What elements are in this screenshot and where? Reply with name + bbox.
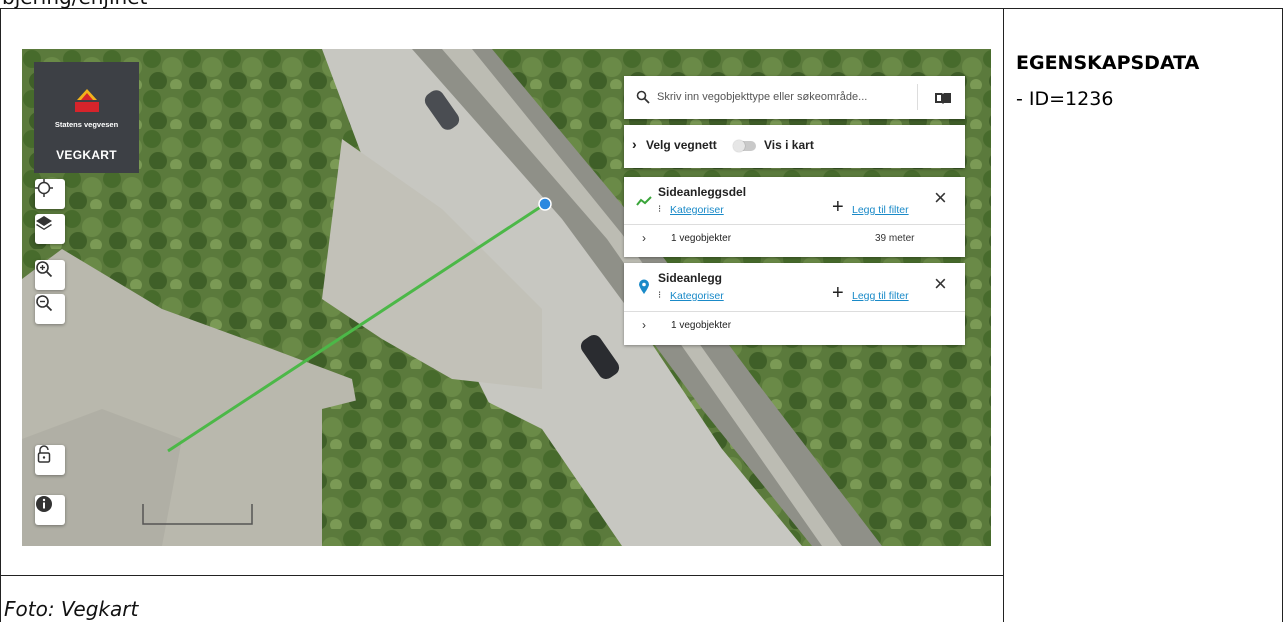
layer-name: Sideanleggsdel bbox=[658, 185, 747, 199]
zoom-out-icon bbox=[36, 295, 53, 312]
search-input[interactable]: Skriv inn vegobjekttype eller søkeområde… bbox=[657, 91, 867, 103]
photo-caption: Foto: Vegkart bbox=[4, 597, 139, 621]
lock-icon bbox=[37, 445, 51, 463]
properties-id: - ID=1236 bbox=[1016, 88, 1114, 110]
map-view[interactable]: Statens vegvesen VEGKART Skriv inn vegob… bbox=[22, 49, 991, 546]
layer-card-sideanleggsdel: Sideanleggsdel ⁝ Kategoriser + Legg til … bbox=[624, 177, 965, 257]
layers-button[interactable] bbox=[35, 214, 65, 244]
layer-name: Sideanlegg bbox=[658, 271, 723, 285]
caption-divider bbox=[0, 575, 1004, 576]
zoom-in-button[interactable] bbox=[35, 260, 65, 290]
brand-name: Statens vegvesen bbox=[54, 120, 119, 129]
object-length: 39 meter bbox=[875, 233, 915, 244]
crest-icon bbox=[75, 89, 99, 112]
zoom-out-button[interactable] bbox=[35, 294, 65, 324]
add-filter-link[interactable]: Legg til filter bbox=[852, 204, 909, 216]
search-divider bbox=[917, 84, 918, 110]
object-count: 1 vegobjekter bbox=[671, 320, 732, 331]
chevron-right-icon: › bbox=[632, 136, 637, 152]
line-icon bbox=[636, 196, 652, 206]
vis-i-kart-label: Vis i kart bbox=[764, 138, 814, 152]
layer-card-sideanlegg: Sideanlegg ⁝ Kategoriser + Legg til filt… bbox=[624, 263, 965, 345]
close-icon[interactable]: × bbox=[934, 185, 947, 211]
search-icon bbox=[636, 90, 650, 104]
vegnett-bar[interactable]: › Velg vegnett Vis i kart bbox=[624, 125, 965, 168]
add-filter-link[interactable]: Legg til filter bbox=[852, 290, 909, 302]
info-icon bbox=[36, 496, 52, 512]
table-left-border bbox=[0, 8, 1, 622]
layers-icon bbox=[36, 216, 52, 230]
road-object-point[interactable] bbox=[538, 197, 552, 211]
header-text: bjering/ehjinet bbox=[2, 0, 147, 8]
app-title: VEGKART bbox=[56, 148, 117, 162]
info-button[interactable] bbox=[35, 495, 65, 525]
chevron-right-icon: › bbox=[642, 318, 646, 332]
add-filter-icon: + bbox=[832, 196, 844, 218]
table-column-divider bbox=[1003, 8, 1004, 622]
pin-icon bbox=[639, 279, 649, 294]
categorize-icon: ⁝ bbox=[658, 290, 662, 301]
lock-button[interactable] bbox=[35, 445, 65, 475]
app-logo[interactable]: Statens vegvesen VEGKART bbox=[34, 62, 139, 173]
add-filter-icon: + bbox=[832, 282, 844, 304]
locate-icon bbox=[35, 179, 53, 197]
properties-title: EGENSKAPSDATA bbox=[1016, 52, 1200, 74]
locate-button[interactable] bbox=[35, 179, 65, 209]
categorize-icon: ⁝ bbox=[658, 204, 662, 215]
vis-i-kart-toggle[interactable] bbox=[733, 140, 756, 152]
zoom-in-icon bbox=[36, 261, 53, 278]
vegnett-label[interactable]: Velg vegnett bbox=[646, 138, 717, 152]
table-top-border bbox=[0, 8, 1283, 9]
chevron-right-icon: › bbox=[642, 231, 646, 245]
book-icon[interactable] bbox=[934, 91, 952, 105]
object-count: 1 vegobjekter bbox=[671, 233, 732, 244]
layer-summary-row[interactable]: › 1 vegobjekter 39 meter bbox=[624, 224, 965, 258]
close-icon[interactable]: × bbox=[934, 271, 947, 297]
categorize-link[interactable]: Kategoriser bbox=[670, 204, 724, 216]
layer-summary-row[interactable]: › 1 vegobjekter bbox=[624, 311, 965, 346]
categorize-link[interactable]: Kategoriser bbox=[670, 290, 724, 302]
search-box[interactable]: Skriv inn vegobjekttype eller søkeområde… bbox=[624, 76, 965, 119]
